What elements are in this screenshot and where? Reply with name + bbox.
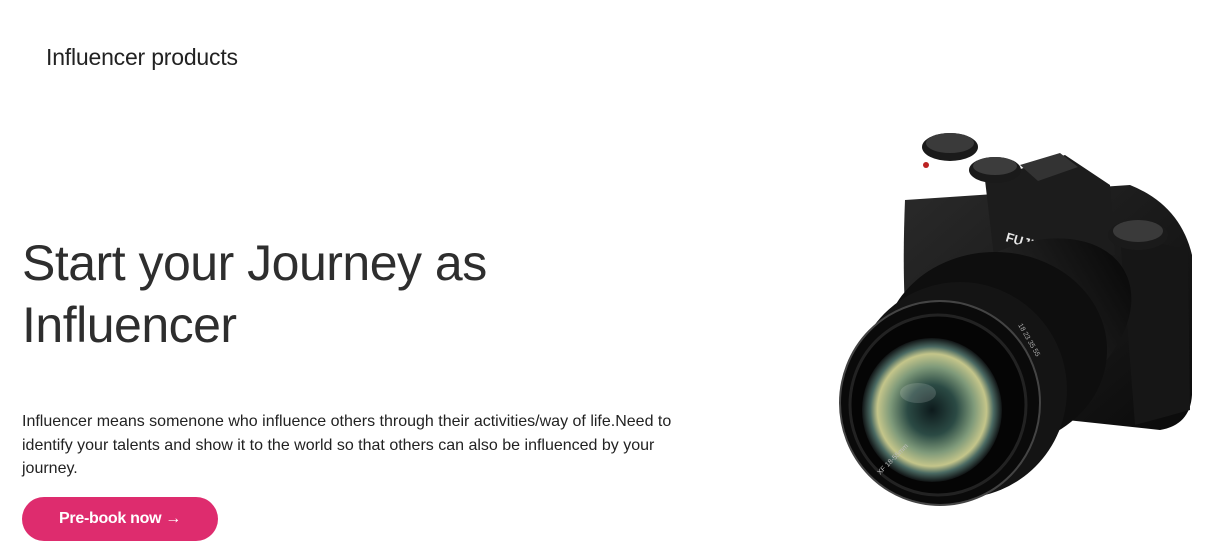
arrow-right-icon: →	[165, 510, 181, 527]
camera-image: FUJIFILM X-T10 XF 18-55mm 18 23 35 55	[839, 133, 1192, 506]
hero-description: Influencer means somenone who influence …	[22, 413, 672, 477]
page: Influencer products Start your Journey a…	[0, 0, 1208, 553]
pre-book-button-label: Pre-book now	[59, 510, 162, 527]
pre-book-button[interactable]: Pre-book now →	[22, 497, 218, 541]
hero-title: Start your Journey as Influencer	[22, 235, 487, 353]
section-label: Influencer products	[46, 44, 238, 70]
